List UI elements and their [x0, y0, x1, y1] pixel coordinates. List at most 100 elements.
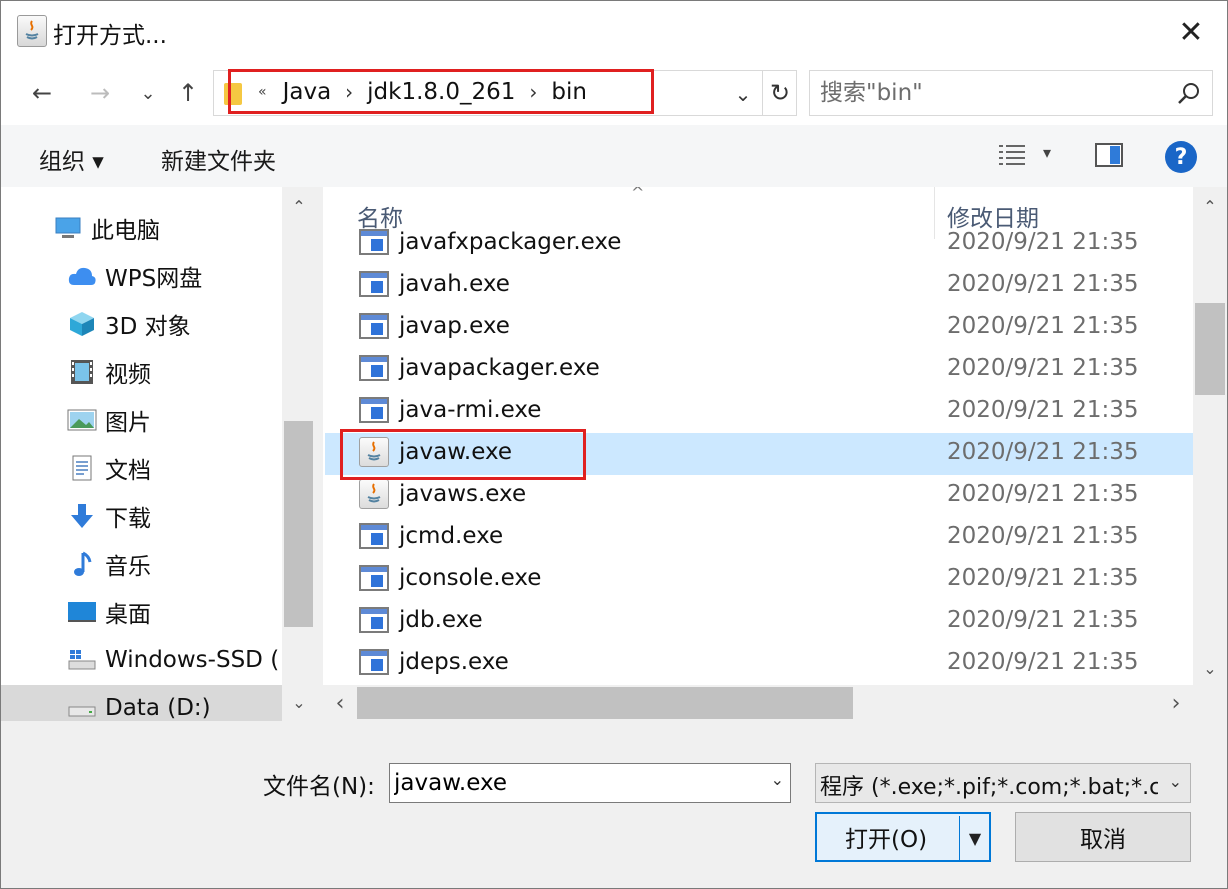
- sidebar-item-this-pc[interactable]: 此电脑: [1, 205, 281, 251]
- help-button[interactable]: ?: [1165, 141, 1197, 173]
- file-row[interactable]: jdeps.exe 2020/9/21 21:35: [325, 643, 1193, 685]
- file-row[interactable]: javaws.exe 2020/9/21 21:35: [325, 475, 1193, 517]
- file-row[interactable]: javap.exe 2020/9/21 21:35: [325, 307, 1193, 349]
- file-row[interactable]: javafxpackager.exe 2020/9/21 21:35: [325, 223, 1193, 265]
- exe-icon: [359, 649, 389, 677]
- sidebar-item-pictures[interactable]: 图片: [1, 397, 281, 443]
- sidebar-scroll-thumb[interactable]: [284, 421, 313, 627]
- view-options-button[interactable]: [997, 143, 1027, 175]
- address-bar[interactable]: « Java › jdk1.8.0_261 › bin ⌄ ↻: [213, 70, 797, 116]
- breadcrumb-jdk[interactable]: jdk1.8.0_261: [367, 79, 515, 105]
- address-dropdown-button[interactable]: ⌄: [728, 79, 758, 109]
- file-row[interactable]: jconsole.exe 2020/9/21 21:35: [325, 559, 1193, 601]
- sidebar-item-data-drive[interactable]: Data (D:): [1, 685, 282, 721]
- file-date: 2020/9/21 21:35: [947, 397, 1139, 423]
- sidebar-item-music[interactable]: 音乐: [1, 541, 281, 587]
- overflow-chevron-icon[interactable]: «: [258, 84, 267, 100]
- split-divider: [959, 816, 960, 860]
- open-button-label: 打开(O): [845, 827, 928, 853]
- open-with-dialog: 打开方式... ✕ ← → ⌄ ↑ « Java › jdk1.8.0_261 …: [0, 0, 1228, 889]
- sidebar-item-documents[interactable]: 文档: [1, 445, 281, 491]
- file-date: 2020/9/21 21:35: [947, 523, 1139, 549]
- title-bar: 打开方式... ✕: [1, 1, 1227, 63]
- recent-locations-button[interactable]: ⌄: [137, 75, 159, 111]
- view-dropdown-icon[interactable]: ▾: [1043, 143, 1051, 162]
- sidebar-item-label: WPS网盘: [105, 266, 203, 292]
- sidebar-item-wps-cloud[interactable]: WPS网盘: [1, 253, 281, 299]
- sidebar-item-label: 下载: [105, 506, 151, 532]
- refresh-button[interactable]: ↻: [762, 71, 797, 115]
- close-button[interactable]: ✕: [1155, 1, 1227, 63]
- sidebar-item-label: 此电脑: [91, 218, 160, 244]
- filename-combobox[interactable]: ⌄: [389, 763, 791, 803]
- music-icon: [67, 549, 97, 579]
- breadcrumb-bin[interactable]: bin: [551, 79, 587, 105]
- scroll-left-icon[interactable]: ‹: [325, 688, 355, 718]
- search-icon[interactable]: [1176, 81, 1202, 107]
- up-arrow-icon: ↑: [177, 79, 199, 107]
- file-row[interactable]: jcmd.exe 2020/9/21 21:35: [325, 517, 1193, 559]
- search-input[interactable]: [820, 77, 1160, 109]
- file-date: 2020/9/21 21:35: [947, 565, 1139, 591]
- file-name: javah.exe: [399, 271, 510, 297]
- chevron-down-icon: ⌄: [140, 82, 156, 104]
- file-row[interactable]: javapackager.exe 2020/9/21 21:35: [325, 349, 1193, 391]
- sidebar-item-desktop[interactable]: 桌面: [1, 589, 281, 635]
- vertical-scroll-thumb[interactable]: [1195, 303, 1225, 395]
- file-list-horizontal-scrollbar[interactable]: ‹ ›: [323, 685, 1193, 721]
- scroll-up-icon[interactable]: ⌃: [284, 191, 314, 221]
- sort-ascending-icon: ^: [631, 187, 645, 202]
- chevron-down-icon[interactable]: ⌄: [771, 770, 784, 789]
- forward-button[interactable]: →: [83, 75, 117, 111]
- file-list-vertical-scrollbar[interactable]: ⌃ ⌄: [1193, 187, 1227, 685]
- file-name: jconsole.exe: [399, 565, 542, 591]
- file-name: javafxpackager.exe: [399, 229, 622, 255]
- preview-pane-button[interactable]: [1095, 143, 1123, 173]
- exe-icon: [359, 607, 389, 635]
- search-box[interactable]: [809, 70, 1213, 116]
- sidebar-item-videos[interactable]: 视频: [1, 349, 281, 395]
- java-app-icon: [17, 15, 47, 47]
- file-date: 2020/9/21 21:35: [947, 649, 1139, 675]
- windows-drive-icon: [67, 645, 97, 675]
- sidebar-item-label: 桌面: [105, 602, 151, 628]
- filename-input[interactable]: [394, 767, 754, 799]
- sidebar-item-label: 文档: [105, 458, 151, 484]
- file-row-selected[interactable]: javaw.exe 2020/9/21 21:35: [325, 433, 1193, 475]
- file-row[interactable]: jdb.exe 2020/9/21 21:35: [325, 601, 1193, 643]
- scroll-down-icon[interactable]: ⌄: [1195, 653, 1225, 683]
- chevron-right-icon[interactable]: ›: [345, 80, 353, 104]
- scroll-up-icon[interactable]: ⌃: [1195, 191, 1225, 221]
- back-arrow-icon: ←: [31, 79, 53, 107]
- video-icon: [67, 357, 97, 387]
- file-date: 2020/9/21 21:35: [947, 355, 1139, 381]
- file-row[interactable]: java-rmi.exe 2020/9/21 21:35: [325, 391, 1193, 433]
- pictures-icon: [67, 405, 97, 435]
- cloud-icon: [67, 261, 97, 291]
- file-date: 2020/9/21 21:35: [947, 439, 1139, 465]
- open-options-dropdown-icon[interactable]: ▼: [961, 814, 989, 862]
- new-folder-button[interactable]: 新建文件夹: [161, 142, 276, 176]
- command-toolbar: 组织 ▾ 新建文件夹 ▾: [1, 125, 1227, 187]
- scroll-down-icon[interactable]: ⌄: [284, 687, 314, 717]
- sidebar-item-downloads[interactable]: 下载: [1, 493, 281, 539]
- file-type-filter[interactable]: 程序 (*.exe;*.pif;*.com;*.bat;*.c ⌄: [815, 763, 1191, 803]
- sidebar-item-windows-ssd[interactable]: Windows-SSD (: [1, 637, 281, 683]
- file-name: java-rmi.exe: [399, 397, 542, 423]
- sidebar-scrollbar[interactable]: ⌃ ⌄: [282, 187, 315, 721]
- forward-arrow-icon: →: [89, 79, 111, 107]
- chevron-right-icon[interactable]: ›: [529, 80, 537, 104]
- exe-icon: [359, 229, 389, 257]
- scroll-right-icon[interactable]: ›: [1161, 688, 1191, 718]
- up-button[interactable]: ↑: [171, 75, 205, 111]
- file-name: javap.exe: [399, 313, 510, 339]
- back-button[interactable]: ←: [25, 75, 59, 111]
- organize-button[interactable]: 组织 ▾: [39, 142, 104, 176]
- file-date: 2020/9/21 21:35: [947, 271, 1139, 297]
- breadcrumb-java[interactable]: Java: [283, 79, 332, 105]
- horizontal-scroll-thumb[interactable]: [357, 687, 853, 719]
- file-row[interactable]: javah.exe 2020/9/21 21:35: [325, 265, 1193, 307]
- sidebar-item-3d-objects[interactable]: 3D 对象: [1, 301, 281, 347]
- help-icon: ?: [1174, 144, 1188, 170]
- cancel-button[interactable]: 取消: [1015, 812, 1191, 862]
